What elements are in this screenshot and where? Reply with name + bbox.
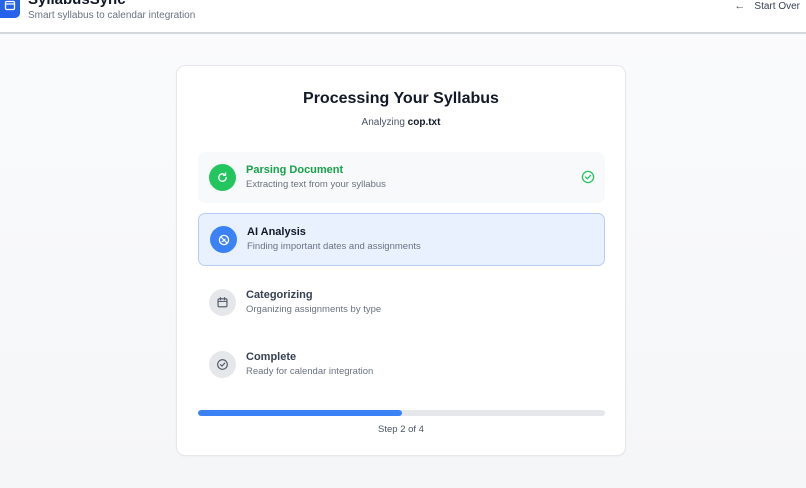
step-title: Complete: [246, 351, 297, 363]
step-title: Parsing Document: [246, 164, 344, 176]
start-over-label: Start Over: [754, 0, 800, 12]
check-circle-icon: [581, 170, 595, 184]
step-description: Ready for calendar integration: [246, 366, 374, 377]
check-circle-icon: [209, 351, 236, 378]
step-categorizing: Categorizing Organizing assignments by t…: [198, 277, 605, 328]
app-header: SyllabusSync Smart syllabus to calendar …: [0, 0, 806, 34]
start-over-button[interactable]: ← Start Over: [734, 0, 800, 12]
refresh-icon: [209, 164, 236, 191]
page-title: Processing Your Syllabus: [303, 90, 499, 107]
analyzing-prefix: Analyzing: [361, 117, 405, 128]
filename: cop.txt: [407, 117, 441, 128]
step-description: Extracting text from your syllabus: [246, 179, 386, 190]
app-title: SyllabusSync: [28, 0, 126, 9]
processing-card: Processing Your Syllabus Analyzing cop.t…: [176, 65, 626, 456]
step-ai-analysis: AI Analysis Finding important dates and …: [198, 213, 605, 266]
analyzing-status: Analyzing cop.txt: [177, 117, 625, 128]
calendar-icon: [209, 289, 236, 316]
calendar-logo-icon: [4, 0, 16, 11]
step-parsing-document: Parsing Document Extracting text from yo…: [198, 152, 605, 203]
step-title: Categorizing: [246, 289, 313, 301]
step-description: Finding important dates and assignments: [247, 241, 421, 252]
brain-icon: [210, 226, 237, 253]
app-subtitle: Smart syllabus to calendar integration: [28, 10, 196, 21]
progress-fill: [198, 410, 402, 416]
step-title: AI Analysis: [247, 226, 306, 238]
step-complete: Complete Ready for calendar integration: [198, 339, 605, 390]
app-logo: [0, 0, 20, 18]
arrow-left-icon: ←: [734, 0, 746, 12]
progress-label: Step 2 of 4: [378, 424, 424, 435]
step-description: Organizing assignments by type: [246, 304, 382, 315]
progress-bar: [198, 410, 605, 416]
